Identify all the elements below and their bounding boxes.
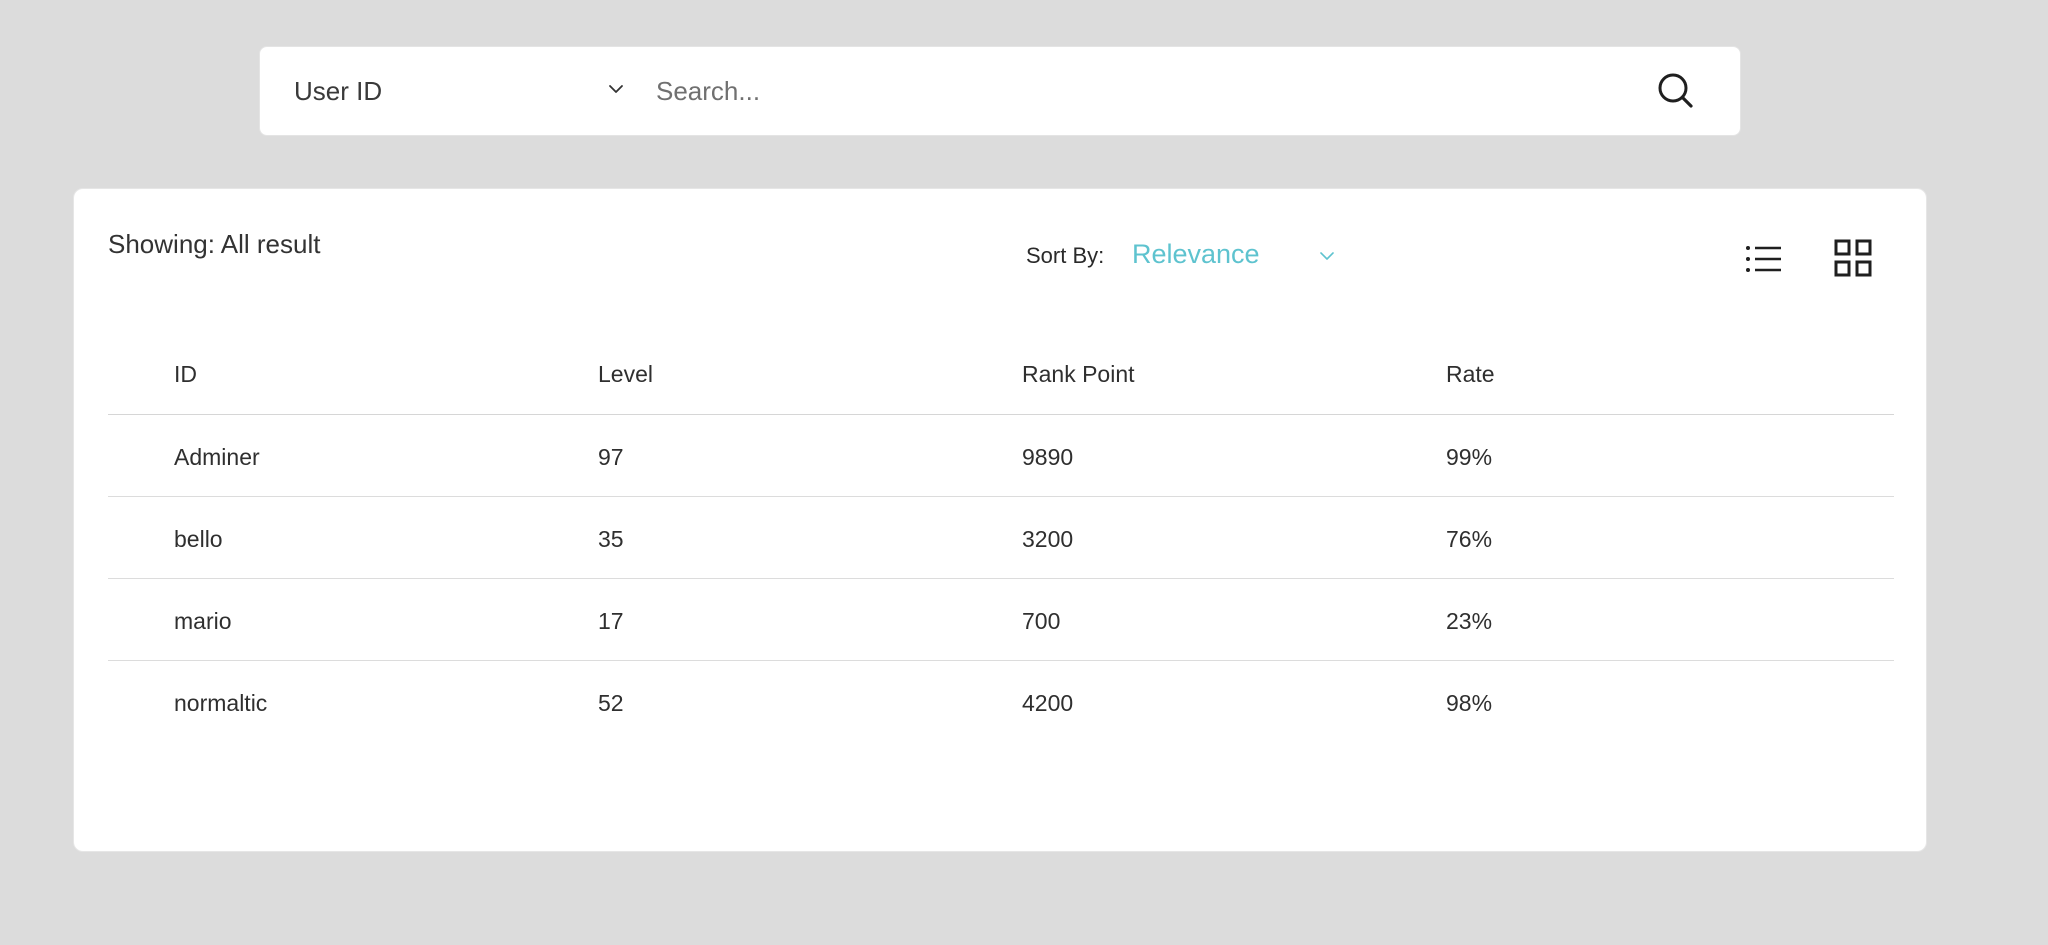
table-row: mario 17 700 23%	[108, 579, 1894, 661]
table-row: Adminer 97 9890 99%	[108, 415, 1894, 497]
sort-by-value: Relevance	[1132, 239, 1260, 269]
table-row: normaltic 52 4200 98%	[108, 661, 1894, 743]
cell-level: 52	[598, 690, 624, 716]
results-card: Showing: All result Sort By: Relevance I…	[73, 188, 1927, 852]
cell-level: 17	[598, 608, 624, 634]
cell-id: bello	[174, 526, 223, 552]
search-icon	[1656, 73, 1696, 115]
chevron-down-icon	[1318, 249, 1336, 263]
search-button[interactable]	[1656, 71, 1696, 111]
table-row: bello 35 3200 76%	[108, 497, 1894, 579]
cell-level: 97	[598, 444, 624, 470]
cell-id: Adminer	[174, 444, 260, 470]
list-view-icon	[1744, 246, 1784, 281]
column-header-id: ID	[174, 361, 197, 387]
grid-view-button[interactable]	[1834, 239, 1872, 277]
table-header-row: ID Level Rank Point Rate	[108, 327, 1894, 415]
search-field-select[interactable]: User ID	[260, 47, 640, 135]
cell-rank-point: 9890	[1022, 444, 1074, 470]
column-header-rank-point: Rank Point	[1022, 361, 1135, 387]
grid-view-icon	[1834, 239, 1872, 281]
cell-rate: 23%	[1446, 608, 1493, 634]
cell-rate: 98%	[1446, 690, 1493, 716]
cell-rank-point: 4200	[1022, 690, 1074, 716]
cell-rank-point: 3200	[1022, 526, 1074, 552]
cell-rate: 76%	[1446, 526, 1493, 552]
cell-rate: 99%	[1446, 444, 1493, 470]
cell-id: normaltic	[174, 690, 268, 716]
results-table: ID Level Rank Point Rate Adminer 97 9890…	[108, 327, 1894, 743]
cell-id: mario	[174, 608, 232, 634]
search-bar: User ID	[259, 46, 1741, 136]
cell-level: 35	[598, 526, 624, 552]
chevron-down-icon	[607, 80, 625, 98]
sort-by-label: Sort By:	[1026, 243, 1105, 268]
search-field-select-value: User ID	[294, 76, 383, 106]
column-header-rate: Rate	[1446, 361, 1495, 387]
search-input[interactable]	[656, 65, 1536, 117]
cell-rank-point: 700	[1022, 608, 1061, 634]
column-header-level: Level	[598, 361, 653, 387]
results-showing-text: Showing: All result	[108, 229, 321, 259]
list-view-button[interactable]	[1744, 241, 1784, 277]
